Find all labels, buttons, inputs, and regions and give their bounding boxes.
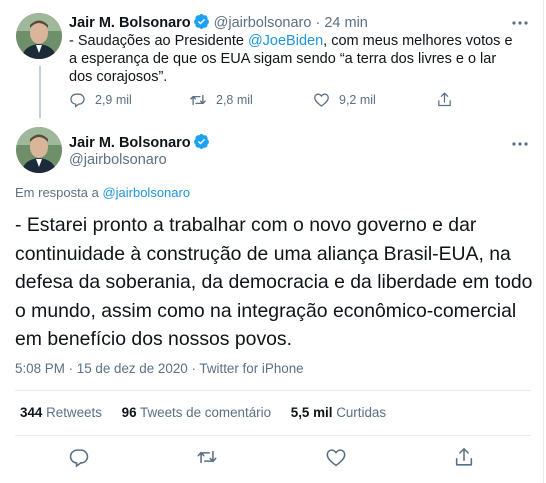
comments-label: Tweets de comentário — [140, 405, 272, 420]
retweet-action[interactable]: 2,8 mil — [189, 91, 253, 109]
reply-action[interactable]: 2,9 mil — [69, 91, 132, 108]
reply-context: Em resposta a @jairbolsonaro — [15, 185, 190, 200]
parent-tweet-text: - Saudações ao Presidente @JoeBiden, com… — [69, 32, 519, 86]
tweet-meta: 5:08 PM · 15 de dez de 2020 · Twitter fo… — [15, 361, 304, 376]
retweets-count: 344 — [20, 405, 43, 420]
likes-label: Curtidas — [336, 405, 387, 420]
thread-line — [39, 66, 41, 118]
divider — [15, 390, 531, 391]
likes-count: 5,5 mil — [290, 405, 333, 420]
likes-stat[interactable]: 5,5 mil Curtidas — [291, 405, 386, 420]
separator: · — [191, 361, 196, 376]
verified-badge-icon — [193, 133, 210, 155]
avatar[interactable] — [16, 13, 62, 59]
like-icon — [314, 93, 329, 107]
tweet-source[interactable]: Twitter for iPhone — [199, 361, 303, 376]
timestamp[interactable]: 24 min — [324, 15, 368, 31]
share-action[interactable] — [436, 91, 462, 108]
reply-icon[interactable] — [68, 446, 90, 473]
retweets-stat[interactable]: 344 Retweets — [20, 405, 102, 420]
reply-to-link[interactable]: @jairbolsonaro — [102, 185, 190, 200]
retweets-label: Retweets — [46, 405, 102, 420]
mention-link[interactable]: @JoeBiden — [248, 33, 323, 49]
comments-count: 96 — [121, 405, 137, 420]
tweet-text-part: - Saudações ao Presidente — [69, 33, 248, 49]
parent-tweet[interactable]: Jair M. Bolsonaro @jairbolsonaro · 24 min… — [0, 0, 544, 120]
tweet-time[interactable]: 5:08 PM · 15 de dez de 2020 — [15, 361, 188, 376]
like-count: 9,2 mil — [339, 92, 376, 107]
tweet-stats: 344 Retweets 96 Tweets de comentário 5,5… — [20, 405, 402, 420]
author-name[interactable]: Jair M. Bolsonaro — [69, 135, 191, 151]
avatar[interactable] — [16, 127, 62, 173]
more-icon[interactable] — [510, 134, 530, 154]
main-tweet-text: - Estarei pronto a trabalhar com o novo … — [15, 214, 533, 350]
divider — [15, 435, 531, 436]
retweet-count: 2,8 mil — [216, 93, 253, 107]
share-icon — [438, 92, 451, 107]
like-icon[interactable] — [325, 446, 347, 473]
comments-stat[interactable]: 96 Tweets de comentário — [122, 405, 271, 420]
author-name[interactable]: Jair M. Bolsonaro — [69, 15, 191, 31]
more-icon[interactable] — [510, 13, 530, 33]
reply-prefix: Em resposta a — [15, 185, 103, 200]
reply-count: 2,9 mil — [95, 92, 132, 107]
author-handle[interactable]: @jairbolsonaro — [69, 151, 167, 169]
author-handle[interactable]: @jairbolsonaro — [214, 15, 312, 31]
like-action[interactable]: 9,2 mil — [313, 91, 376, 108]
retweet-icon — [190, 94, 206, 106]
main-tweet-actions — [0, 446, 544, 472]
tweet-thread: Jair M. Bolsonaro @jairbolsonaro · 24 min… — [0, 0, 544, 483]
share-icon[interactable] — [453, 446, 475, 473]
separator: · — [315, 15, 321, 31]
retweet-icon[interactable] — [195, 446, 219, 473]
reply-icon — [70, 93, 85, 108]
